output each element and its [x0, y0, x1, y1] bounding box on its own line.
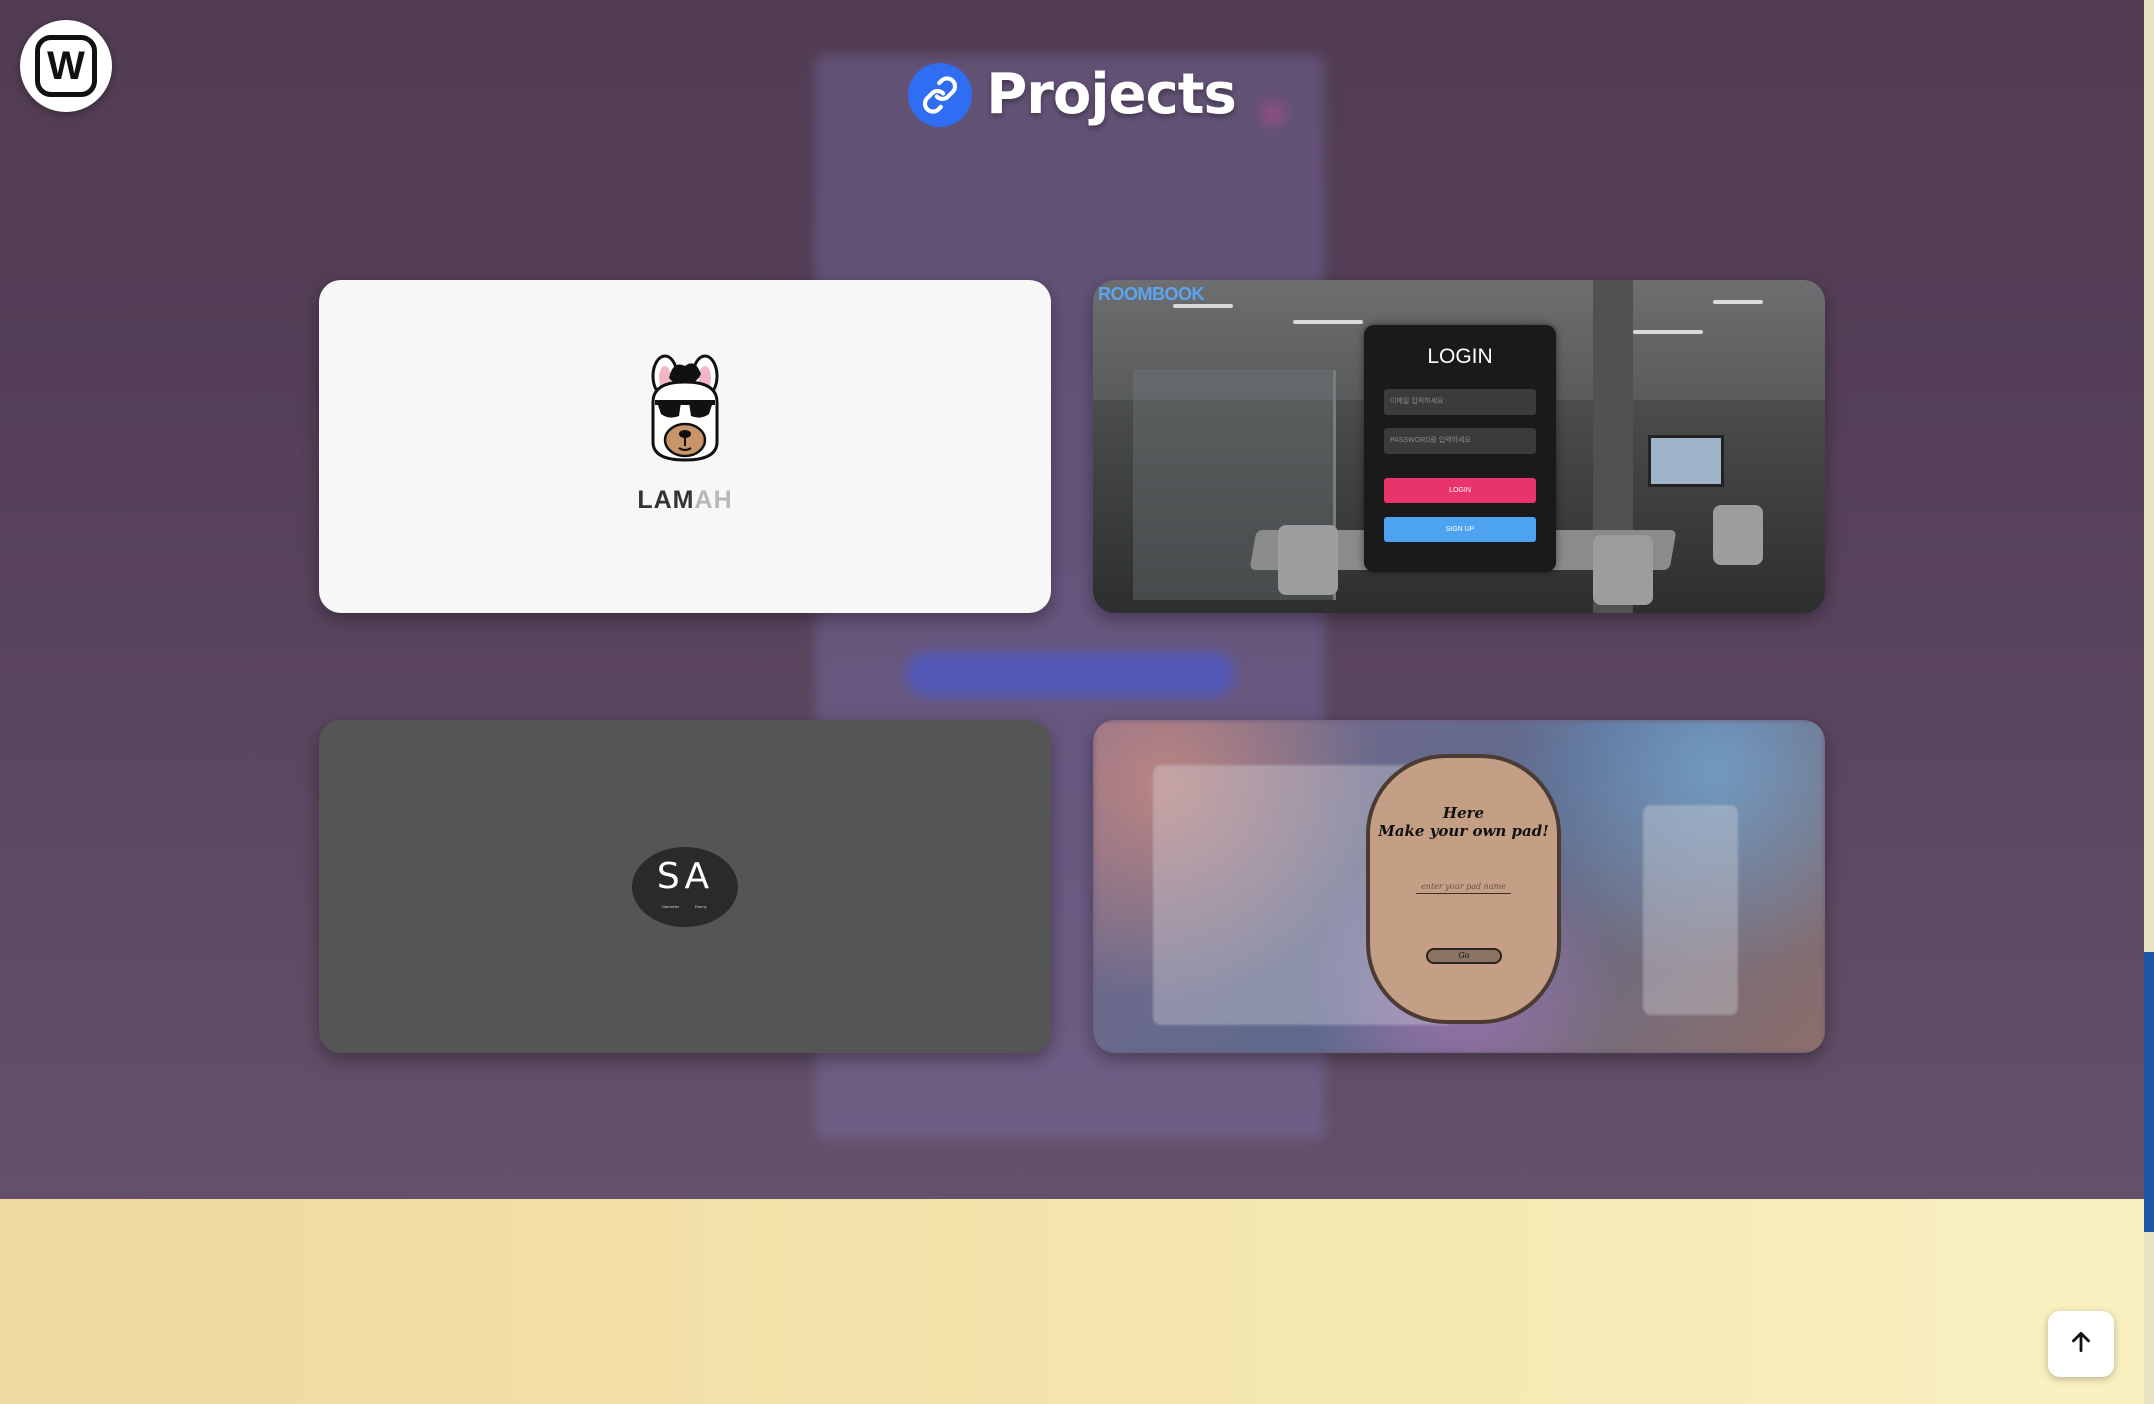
chair [1593, 535, 1653, 605]
section-heading: Projects [0, 62, 2144, 127]
pad-title-line2: Make your own pad! [1378, 822, 1549, 840]
lamah-wordmark: LAMAH [319, 486, 1051, 515]
email-field[interactable]: 이메일 입력하세요 [1384, 389, 1536, 415]
lamah-wordmark-dark: LAM [637, 486, 695, 514]
project-card-sa[interactable]: SA Nameider Ranny [319, 720, 1051, 1053]
arrow-up-icon [2068, 1329, 2094, 1360]
projects-section: Projects LAMAH ROOMBOOK LOGIN 이메일 입력하세요 … [0, 0, 2144, 1199]
pad-title-line1: Here [1442, 804, 1485, 822]
llama-sunglasses-icon [635, 352, 735, 467]
sa-caption-right: Ranny [695, 904, 707, 909]
password-field[interactable]: PASSWORD를 입력하세요 [1384, 428, 1536, 454]
sa-logo: SA Nameider Ranny [632, 847, 738, 927]
ceiling-light [1293, 320, 1363, 324]
project-card-lamah[interactable]: LAMAH [319, 280, 1051, 613]
wall-tv [1648, 435, 1724, 487]
scroll-to-top-button[interactable] [2048, 1311, 2114, 1377]
login-button[interactable]: LOGIN [1384, 478, 1536, 503]
home-logo-button[interactable]: W [20, 20, 112, 112]
pad-form: Here Make your own pad! enter your pad n… [1366, 754, 1561, 1024]
project-card-roombook[interactable]: ROOMBOOK LOGIN 이메일 입력하세요 PASSWORD를 입력하세요… [1093, 280, 1825, 613]
login-title: LOGIN [1427, 345, 1493, 368]
sa-caption-left: Nameider [662, 904, 680, 909]
sa-letters: SA [656, 856, 714, 897]
login-panel: LOGIN 이메일 입력하세요 PASSWORD를 입력하세요 LOGIN SI… [1364, 325, 1556, 572]
footer-section [0, 1199, 2144, 1404]
background-blurred-button [905, 652, 1235, 697]
ceiling-light [1633, 330, 1703, 334]
lamah-wordmark-light: AH [694, 486, 733, 514]
pad-name-input[interactable]: enter your pad name [1416, 880, 1511, 894]
chair [1713, 505, 1763, 565]
go-button[interactable]: Go [1426, 948, 1502, 964]
ceiling-light [1713, 300, 1763, 304]
signup-button[interactable]: SIGN UP [1384, 517, 1536, 542]
project-card-pad[interactable]: Here Make your own pad! enter your pad n… [1093, 720, 1825, 1053]
scrollbar-thumb[interactable] [2144, 952, 2154, 1232]
page: Projects LAMAH ROOMBOOK LOGIN 이메일 입력하세요 … [0, 0, 2154, 1404]
w-logo-icon: W [35, 35, 97, 97]
roombook-brand: ROOMBOOK [1098, 284, 1205, 304]
background-blurred-panel [1643, 805, 1738, 1015]
page-title: Projects [986, 62, 1237, 127]
chair [1278, 525, 1338, 595]
link-icon [908, 62, 973, 127]
